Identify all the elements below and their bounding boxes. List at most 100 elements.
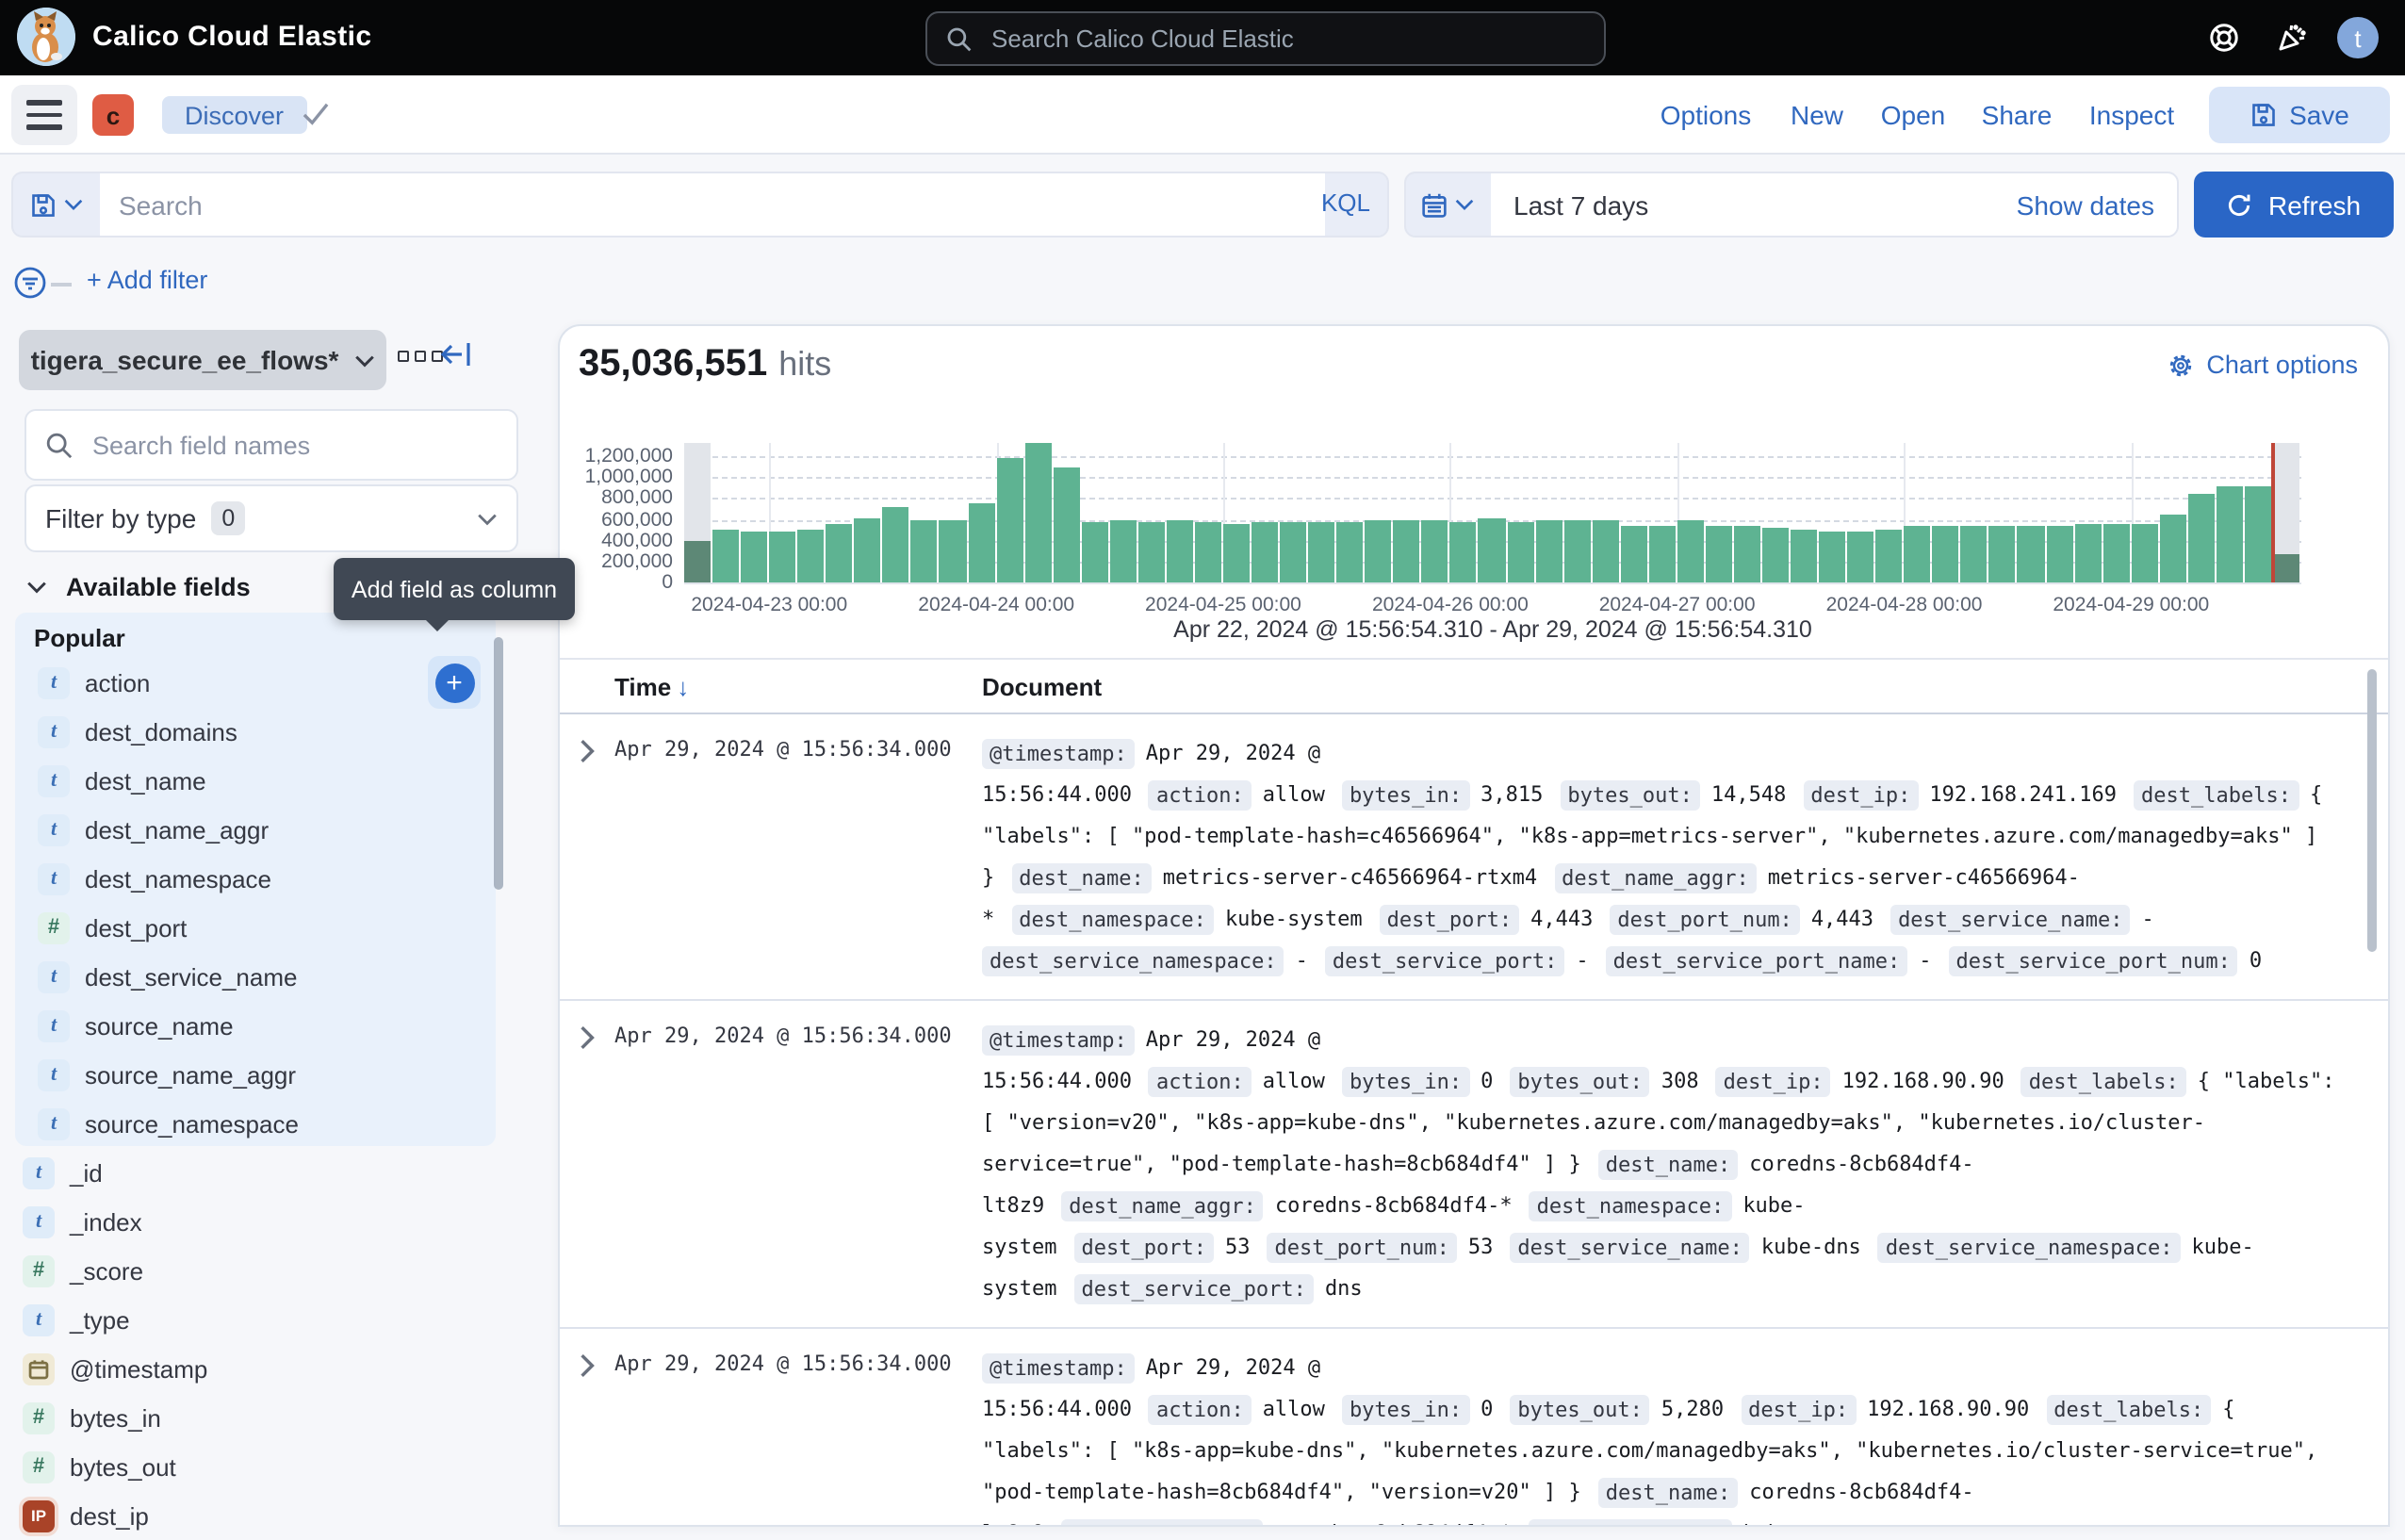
sidebar-scrollbar[interactable] bbox=[494, 637, 503, 890]
saved-query-menu[interactable] bbox=[11, 172, 100, 238]
available-fields-header[interactable]: Available fields bbox=[26, 573, 251, 601]
histogram-bar[interactable] bbox=[1734, 526, 1760, 582]
help-icon[interactable] bbox=[2209, 23, 2239, 53]
histogram-bar[interactable] bbox=[1167, 520, 1193, 582]
histogram-bar[interactable] bbox=[1138, 522, 1165, 582]
field-item-dest_ip[interactable]: IPdest_ip bbox=[0, 1491, 481, 1540]
column-time[interactable]: Time↓ bbox=[614, 673, 689, 701]
histogram-bar[interactable] bbox=[1592, 519, 1618, 582]
user-avatar[interactable]: t bbox=[2337, 17, 2379, 58]
histogram-bar[interactable] bbox=[1223, 523, 1250, 582]
histogram-bar[interactable] bbox=[1762, 527, 1789, 582]
histogram-bar[interactable] bbox=[1252, 521, 1278, 582]
histogram-bar[interactable] bbox=[968, 504, 994, 582]
add-filter-button[interactable]: + Add filter bbox=[87, 266, 207, 294]
histogram-bar[interactable] bbox=[1336, 522, 1363, 582]
field-item-dest_name_aggr[interactable]: tdest_name_aggr bbox=[15, 805, 496, 854]
histogram-bar[interactable] bbox=[684, 540, 711, 582]
expand-row-icon[interactable] bbox=[577, 1025, 597, 1050]
field-item-dest_service_name[interactable]: tdest_service_name bbox=[15, 952, 496, 1001]
global-search-input[interactable] bbox=[988, 23, 1604, 55]
field-item-dest_domains[interactable]: tdest_domains bbox=[15, 707, 496, 756]
field-item-_score[interactable]: #_score bbox=[0, 1246, 481, 1295]
histogram-bar[interactable] bbox=[741, 532, 767, 582]
field-item-source_name_aggr[interactable]: tsource_name_aggr bbox=[15, 1050, 496, 1099]
histogram-bar[interactable] bbox=[2102, 525, 2129, 582]
toolbar-link-share[interactable]: Share bbox=[1982, 100, 2053, 130]
toolbar-link-new[interactable]: New bbox=[1791, 100, 1843, 130]
histogram-bar[interactable] bbox=[2159, 514, 2185, 582]
histogram-bar[interactable] bbox=[1905, 525, 1931, 582]
histogram-bar[interactable] bbox=[1280, 521, 1306, 582]
field-item-source_namespace[interactable]: tsource_namespace bbox=[15, 1099, 496, 1148]
time-range-value[interactable]: Last 7 days bbox=[1513, 189, 2017, 220]
field-item-_index[interactable]: t_index bbox=[0, 1197, 481, 1246]
collapse-sidebar-icon[interactable] bbox=[441, 341, 471, 368]
histogram-bar[interactable] bbox=[1961, 525, 1988, 582]
histogram-bar[interactable] bbox=[1024, 443, 1051, 583]
histogram-bar[interactable] bbox=[1677, 521, 1704, 582]
histogram-bar[interactable] bbox=[769, 531, 795, 582]
save-button[interactable]: Save bbox=[2209, 87, 2390, 143]
field-item-action[interactable]: taction+ bbox=[15, 658, 496, 707]
expand-row-icon[interactable] bbox=[577, 1353, 597, 1378]
histogram-bar[interactable] bbox=[855, 518, 881, 582]
field-item-@timestamp[interactable]: @timestamp bbox=[0, 1344, 481, 1393]
histogram-bar[interactable] bbox=[1649, 525, 1676, 582]
histogram-bar[interactable] bbox=[1308, 522, 1334, 582]
histogram-bar[interactable] bbox=[1507, 521, 1533, 582]
table-scrollbar[interactable] bbox=[2367, 669, 2377, 952]
histogram-bar[interactable] bbox=[1847, 532, 1873, 582]
grid-dots-icon[interactable] bbox=[398, 351, 443, 362]
query-language-button[interactable]: KQL bbox=[1321, 188, 1370, 217]
filter-by-type[interactable]: Filter by type 0 bbox=[25, 484, 518, 552]
histogram-bar[interactable] bbox=[2188, 494, 2215, 582]
expand-row-icon[interactable] bbox=[577, 739, 597, 763]
histogram-bar[interactable] bbox=[712, 530, 739, 582]
histogram-bar[interactable] bbox=[826, 523, 853, 582]
refresh-button[interactable]: Refresh bbox=[2194, 172, 2394, 238]
histogram-bar[interactable] bbox=[1394, 520, 1420, 582]
field-item-dest_namespace[interactable]: tdest_namespace bbox=[15, 854, 496, 903]
toolbar-link-open[interactable]: Open bbox=[1881, 100, 1946, 130]
histogram-bar[interactable] bbox=[1535, 519, 1562, 582]
global-search[interactable] bbox=[925, 11, 1606, 66]
menu-icon[interactable] bbox=[11, 85, 77, 145]
sort-desc-icon[interactable]: ↓ bbox=[677, 673, 689, 701]
filter-icon[interactable] bbox=[13, 266, 47, 300]
field-item-_type[interactable]: t_type bbox=[0, 1295, 481, 1344]
calendar-menu[interactable] bbox=[1404, 172, 1491, 238]
histogram-bar[interactable] bbox=[2074, 525, 2101, 582]
histogram-bar[interactable] bbox=[996, 458, 1023, 582]
histogram-bar[interactable] bbox=[1081, 522, 1107, 582]
histogram-bar[interactable] bbox=[911, 520, 938, 582]
histogram-bar[interactable] bbox=[2245, 486, 2271, 582]
breadcrumb[interactable]: Discover bbox=[162, 96, 306, 134]
histogram-bar[interactable] bbox=[1422, 520, 1448, 582]
chart-options-button[interactable]: Chart options bbox=[2167, 351, 2358, 379]
histogram-bar[interactable] bbox=[2046, 525, 2072, 582]
histogram-bar[interactable] bbox=[1706, 525, 1732, 582]
histogram-bar[interactable] bbox=[797, 530, 824, 582]
field-item-dest_name[interactable]: tdest_name bbox=[15, 756, 496, 805]
histogram-bar[interactable] bbox=[2131, 524, 2157, 582]
index-pattern-selector[interactable]: tigera_secure_ee_flows* bbox=[19, 330, 386, 390]
histogram-bar[interactable] bbox=[1053, 467, 1079, 582]
field-search-input[interactable] bbox=[89, 429, 516, 461]
histogram-bar[interactable] bbox=[2273, 555, 2299, 582]
show-dates-button[interactable]: Show dates bbox=[2017, 189, 2154, 220]
histogram-bar[interactable] bbox=[1791, 530, 1817, 582]
histogram-bar[interactable] bbox=[1195, 522, 1221, 582]
histogram-bar[interactable] bbox=[1875, 529, 1902, 582]
field-item-source_name[interactable]: tsource_name bbox=[15, 1001, 496, 1050]
field-item-_id[interactable]: t_id bbox=[0, 1148, 481, 1197]
toolbar-link-inspect[interactable]: Inspect bbox=[2089, 100, 2174, 130]
histogram-bar[interactable] bbox=[2018, 525, 2044, 582]
space-badge[interactable]: c bbox=[92, 94, 134, 136]
histogram-bar[interactable] bbox=[1933, 525, 1959, 582]
histogram-bar[interactable] bbox=[1366, 520, 1392, 582]
field-item-dest_port[interactable]: #dest_port bbox=[15, 903, 496, 952]
calico-logo[interactable] bbox=[17, 8, 75, 66]
field-item-bytes_out[interactable]: #bytes_out bbox=[0, 1442, 481, 1491]
field-search[interactable] bbox=[25, 409, 518, 481]
